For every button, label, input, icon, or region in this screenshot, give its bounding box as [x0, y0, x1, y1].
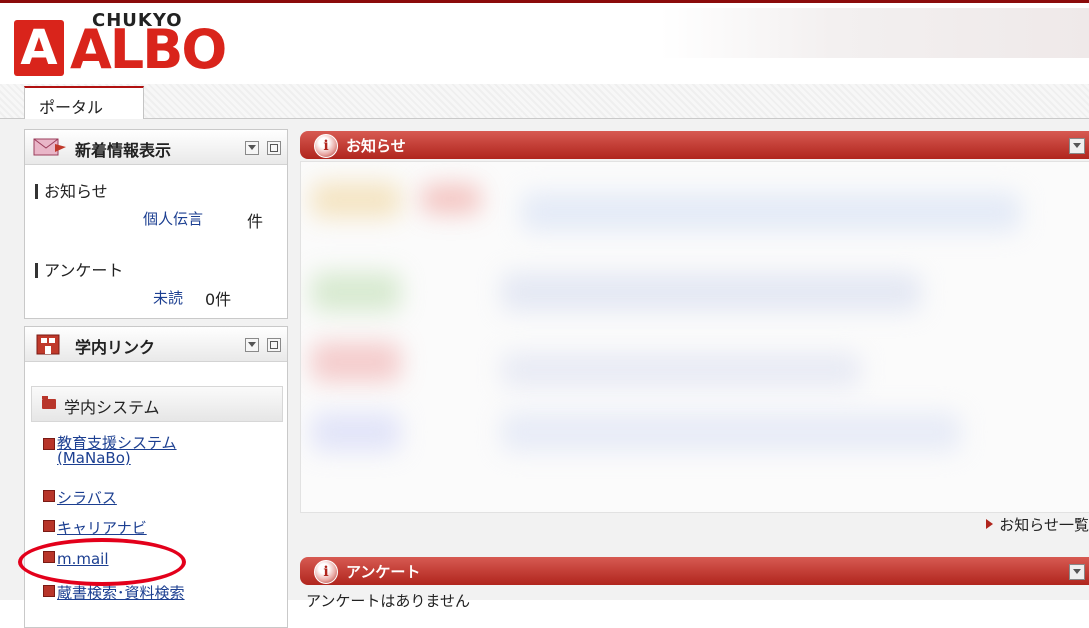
list-item: シラバス [43, 487, 117, 508]
blurred-content [311, 182, 401, 218]
new-info-panel-title: 新着情報表示 [75, 141, 172, 160]
logo-brand-main: ALBO [70, 18, 227, 81]
link-bullet-icon [43, 438, 55, 450]
list-item: 教育支援システム (MaNaBo) [43, 436, 177, 466]
notices-list-link[interactable]: お知らせ一覧 [986, 514, 1089, 535]
blurred-content [501, 412, 961, 452]
folder-icon [42, 396, 56, 409]
personal-count-unit: 件 [247, 212, 264, 231]
blurred-content [501, 352, 861, 388]
survey-label-text: アンケート [44, 261, 124, 280]
chukyo-albo-logo[interactable]: A CHUKYO ALBO [14, 6, 234, 81]
campus-links-panel-header: 学内リンク [25, 327, 287, 362]
link-syllabus[interactable]: シラバス [57, 489, 117, 507]
notices-title: お知らせ [346, 137, 406, 155]
panel-collapse-icon[interactable] [244, 338, 259, 352]
panel-maximize-icon[interactable] [267, 141, 281, 155]
tab-portal[interactable]: ポータル [24, 86, 144, 119]
dropdown-icon[interactable] [1069, 564, 1085, 580]
list-item: キャリアナビ [43, 517, 147, 538]
blurred-content [311, 342, 401, 382]
link-bullet-icon [43, 520, 55, 532]
header-top-line [0, 0, 1089, 3]
new-info-panel: 新着情報表示 お知らせ 個人伝言 件 アンケート 未読 0件 [24, 129, 288, 319]
header-banner [660, 8, 1089, 58]
campus-links-panel-title: 学内リンク [75, 338, 156, 357]
survey-section-label: アンケート [35, 257, 123, 281]
panel-maximize-icon[interactable] [267, 338, 281, 352]
survey-header-bar: i アンケート [300, 557, 1089, 585]
arrow-right-icon [986, 519, 994, 529]
tab-bar: ポータル [0, 84, 1089, 119]
link-bullet-icon [43, 490, 55, 502]
survey-title: アンケート [346, 563, 421, 581]
building-icon [36, 334, 60, 355]
info-icon: i [314, 134, 338, 158]
highlight-oval [18, 538, 186, 586]
unread-count: 0件 [205, 290, 232, 309]
campus-systems-title: 学内システム [64, 398, 160, 417]
link-bullet-icon [43, 585, 55, 597]
notices-content [300, 161, 1089, 513]
blurred-content [311, 272, 401, 312]
notices-label-text: お知らせ [44, 182, 108, 201]
link-career-navi[interactable]: キャリアナビ [57, 519, 147, 537]
new-info-panel-header: 新着情報表示 [25, 130, 287, 165]
blurred-content [501, 272, 921, 312]
notices-header-bar: i お知らせ [300, 131, 1089, 159]
campus-systems-subheader[interactable]: 学内システム [31, 386, 283, 422]
personal-message-link[interactable]: 個人伝言 [143, 208, 203, 229]
link-manabo[interactable]: 教育支援システム (MaNaBo) [57, 436, 177, 466]
notices-list-label: お知らせ一覧 [999, 516, 1089, 534]
survey-empty-message: アンケートはありません [306, 592, 470, 610]
unread-link[interactable]: 未読 [153, 287, 183, 308]
blurred-content [521, 192, 1021, 232]
tab-portal-label: ポータル [39, 98, 104, 117]
blurred-content [311, 412, 401, 452]
info-icon: i [314, 560, 338, 584]
notices-section-label: お知らせ [35, 178, 108, 202]
dropdown-icon[interactable] [1069, 138, 1085, 154]
envelope-icon [33, 138, 66, 156]
logo-letter: A [14, 20, 64, 76]
blurred-content [421, 184, 481, 214]
link-library-search[interactable]: 蔵書検索･資料検索 [57, 584, 185, 602]
panel-collapse-icon[interactable] [244, 141, 259, 155]
